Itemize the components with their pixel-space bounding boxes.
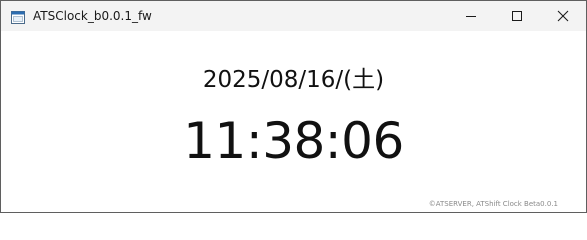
date-display: 2025/08/16/(土) [202, 67, 385, 93]
close-icon [557, 10, 569, 22]
close-button[interactable] [540, 1, 586, 31]
app-window-icon[interactable] [11, 9, 25, 24]
minimize-button[interactable] [448, 1, 494, 31]
title-bar[interactable]: ATSClock_b0.0.1_fw [1, 1, 586, 31]
window-title: ATSClock_b0.0.1_fw [33, 9, 152, 23]
maximize-button[interactable] [494, 1, 540, 31]
copyright-text: ©ATSERVER, ATShift Clock Beta0.0.1 [428, 200, 558, 208]
minimize-icon [466, 16, 476, 17]
time-display: 11:38:06 [183, 112, 404, 170]
maximize-icon [512, 11, 522, 21]
app-window: ATSClock_b0.0.1_fw 2025/08/16/(土) 11:38:… [0, 0, 587, 213]
